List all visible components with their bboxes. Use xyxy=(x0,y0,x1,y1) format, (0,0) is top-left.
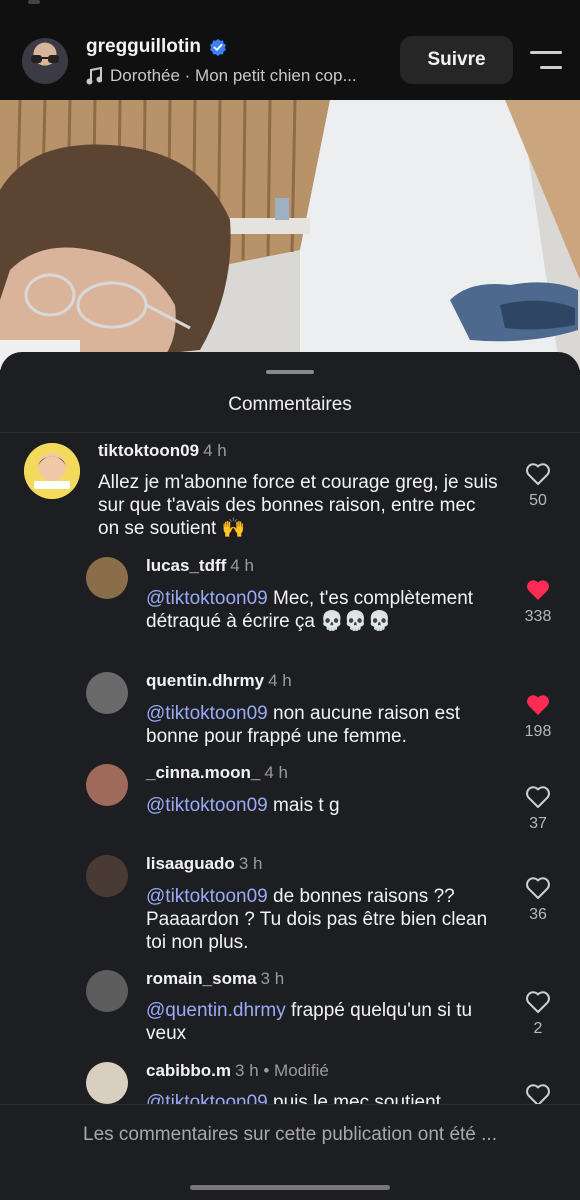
music-note-icon xyxy=(86,67,102,85)
mention-link[interactable]: @tiktoktoon09 xyxy=(146,588,268,609)
video-frame-image xyxy=(0,100,580,370)
like-button[interactable]: 2 xyxy=(518,990,558,1038)
music-row[interactable]: Dorothée · Mon petit chien cop... xyxy=(86,66,357,86)
mention-link[interactable]: @quentin.dhrmy xyxy=(146,1000,286,1021)
comment-time: 4 h xyxy=(230,556,254,575)
author-username[interactable]: gregguillotin xyxy=(86,36,201,58)
comment-avatar[interactable] xyxy=(86,557,128,599)
comment-username[interactable]: tiktoktoon09 xyxy=(98,441,199,460)
comment-time: 4 h xyxy=(203,441,227,460)
comment-avatar[interactable] xyxy=(86,672,128,714)
comment-avatar[interactable] xyxy=(86,1062,128,1104)
heart-icon xyxy=(526,786,550,808)
comment-text: @tiktoktoon09 mais t g xyxy=(146,794,506,817)
comment-time: 3 h • Modifié xyxy=(235,1061,329,1080)
like-count: 2 xyxy=(533,1020,543,1037)
mention-link[interactable]: @tiktoktoon09 xyxy=(146,795,268,816)
comment-time: 4 h xyxy=(268,671,292,690)
comment-username[interactable]: lisaaguado xyxy=(146,854,235,873)
comment-username[interactable]: quentin.dhrmy xyxy=(146,671,264,690)
comment-header: lucas_tdff 4 h xyxy=(146,556,254,576)
comment-body: mais t g xyxy=(267,795,340,816)
verified-badge-icon xyxy=(210,38,226,56)
heart-filled-icon xyxy=(527,695,549,715)
like-count: 338 xyxy=(524,608,552,625)
comment-username[interactable]: lucas_tdff xyxy=(146,556,226,575)
like-count: 198 xyxy=(524,723,552,740)
comment-avatar[interactable] xyxy=(86,855,128,897)
follow-button[interactable]: Suivre xyxy=(400,36,513,84)
status-bar-remnant xyxy=(28,0,40,4)
sunglasses-icon xyxy=(31,55,59,63)
author-avatar[interactable] xyxy=(22,38,68,84)
like-button[interactable]: 338 xyxy=(518,578,558,626)
like-count: 50 xyxy=(529,492,547,509)
heart-icon xyxy=(526,991,550,1013)
heart-filled-icon xyxy=(527,580,549,600)
comments-disabled-notice: Les commentaires sur cette publication o… xyxy=(83,1124,497,1145)
comment-header: lisaaguado 3 h xyxy=(146,854,262,874)
menu-icon[interactable] xyxy=(530,49,562,71)
comment-time: 3 h xyxy=(260,969,285,988)
comment-text: @tiktoktoon09 non aucune raison est bonn… xyxy=(146,702,506,748)
comment-time: 4 h xyxy=(264,763,288,782)
comment-header: quentin.dhrmy 4 h xyxy=(146,671,292,691)
like-button[interactable]: 198 xyxy=(518,693,558,741)
comment-avatar[interactable] xyxy=(86,764,128,806)
post-header: gregguillotin Dorothée · Mon petit chien… xyxy=(0,0,580,100)
divider xyxy=(0,432,580,433)
post-video[interactable] xyxy=(0,100,580,370)
like-count: 36 xyxy=(529,906,547,923)
comment-username[interactable]: cabibbo.m xyxy=(146,1061,231,1080)
like-button[interactable]: 50 xyxy=(518,462,558,510)
home-indicator[interactable] xyxy=(190,1185,390,1190)
heart-icon xyxy=(526,463,550,485)
heart-icon xyxy=(526,877,550,899)
comment-username[interactable]: _cinna.moon_ xyxy=(146,763,260,782)
cartoon-avatar-image xyxy=(24,443,80,499)
comment-time: 3 h xyxy=(238,854,263,873)
like-button[interactable]: 37 xyxy=(518,785,558,833)
music-title: Dorothée · Mon petit chien cop... xyxy=(110,66,357,85)
drag-handle[interactable] xyxy=(266,370,314,374)
comment-header: romain_soma 3 h xyxy=(146,969,284,989)
mention-link[interactable]: @tiktoktoon09 xyxy=(146,703,268,724)
like-button[interactable]: 36 xyxy=(518,876,558,924)
author-username-row[interactable]: gregguillotin xyxy=(86,36,227,58)
comment-header: cabibbo.m 3 h • Modifié xyxy=(146,1061,329,1081)
like-count: 37 xyxy=(529,815,547,832)
comment-header: _cinna.moon_ 4 h xyxy=(146,763,288,783)
comment-header: tiktoktoon09 4 h xyxy=(98,441,227,461)
comment-avatar[interactable] xyxy=(24,443,80,499)
sheet-title: Commentaires xyxy=(228,394,352,415)
comment-text: @tiktoktoon09 de bonnes raisons ?? Paaaa… xyxy=(146,885,506,954)
comment-text: Allez je m'abonne force et courage greg,… xyxy=(98,472,498,539)
comment-username[interactable]: romain_soma xyxy=(146,969,257,988)
comment-text: @tiktoktoon09 Mec, t'es complètement dét… xyxy=(146,587,506,633)
mention-link[interactable]: @tiktoktoon09 xyxy=(146,886,268,907)
comment-text: @quentin.dhrmy frappé quelqu'un si tu ve… xyxy=(146,999,506,1045)
comment-avatar[interactable] xyxy=(86,970,128,1012)
